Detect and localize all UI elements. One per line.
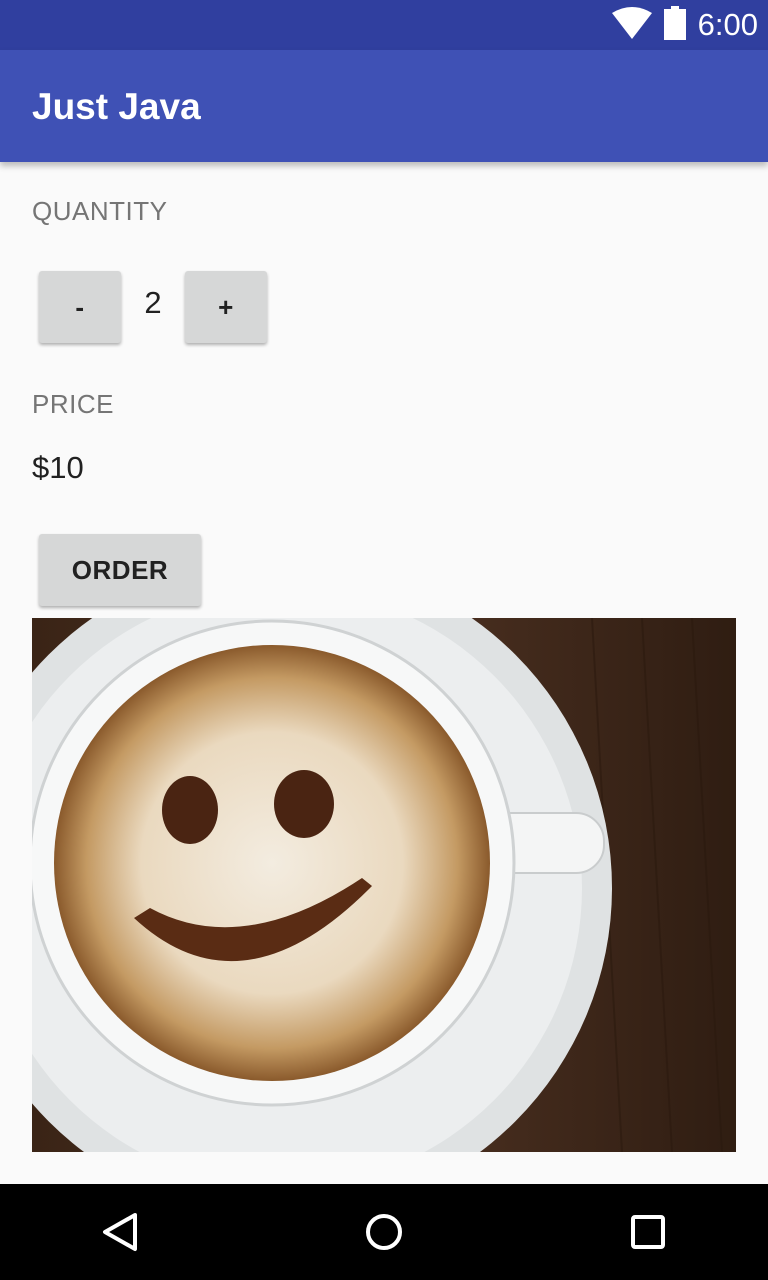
main-content: QUANTITY - 2 + PRICE $10 ORDER — [0, 162, 768, 1184]
navigation-bar — [0, 1184, 768, 1280]
recents-square-icon[interactable] — [630, 1214, 666, 1255]
status-icons: 6:00 — [611, 5, 758, 45]
order-button[interactable]: ORDER — [39, 534, 201, 606]
price-label: PRICE — [32, 389, 114, 419]
app-title: Just Java — [32, 86, 201, 127]
app-bar: Just Java — [0, 50, 768, 162]
increment-button[interactable]: + — [185, 271, 267, 343]
status-bar: 6:00 — [0, 0, 768, 50]
price-value: $10 — [32, 450, 84, 485]
back-triangle-icon[interactable] — [102, 1212, 138, 1257]
home-circle-icon[interactable] — [364, 1212, 404, 1257]
status-time: 6:00 — [697, 7, 758, 42]
battery-icon — [663, 5, 686, 45]
wifi-icon — [611, 6, 652, 44]
quantity-value: 2 — [144, 285, 162, 320]
decrement-button[interactable]: - — [39, 271, 121, 343]
coffee-latte-art-image — [32, 618, 736, 1152]
quantity-label: QUANTITY — [32, 196, 168, 226]
